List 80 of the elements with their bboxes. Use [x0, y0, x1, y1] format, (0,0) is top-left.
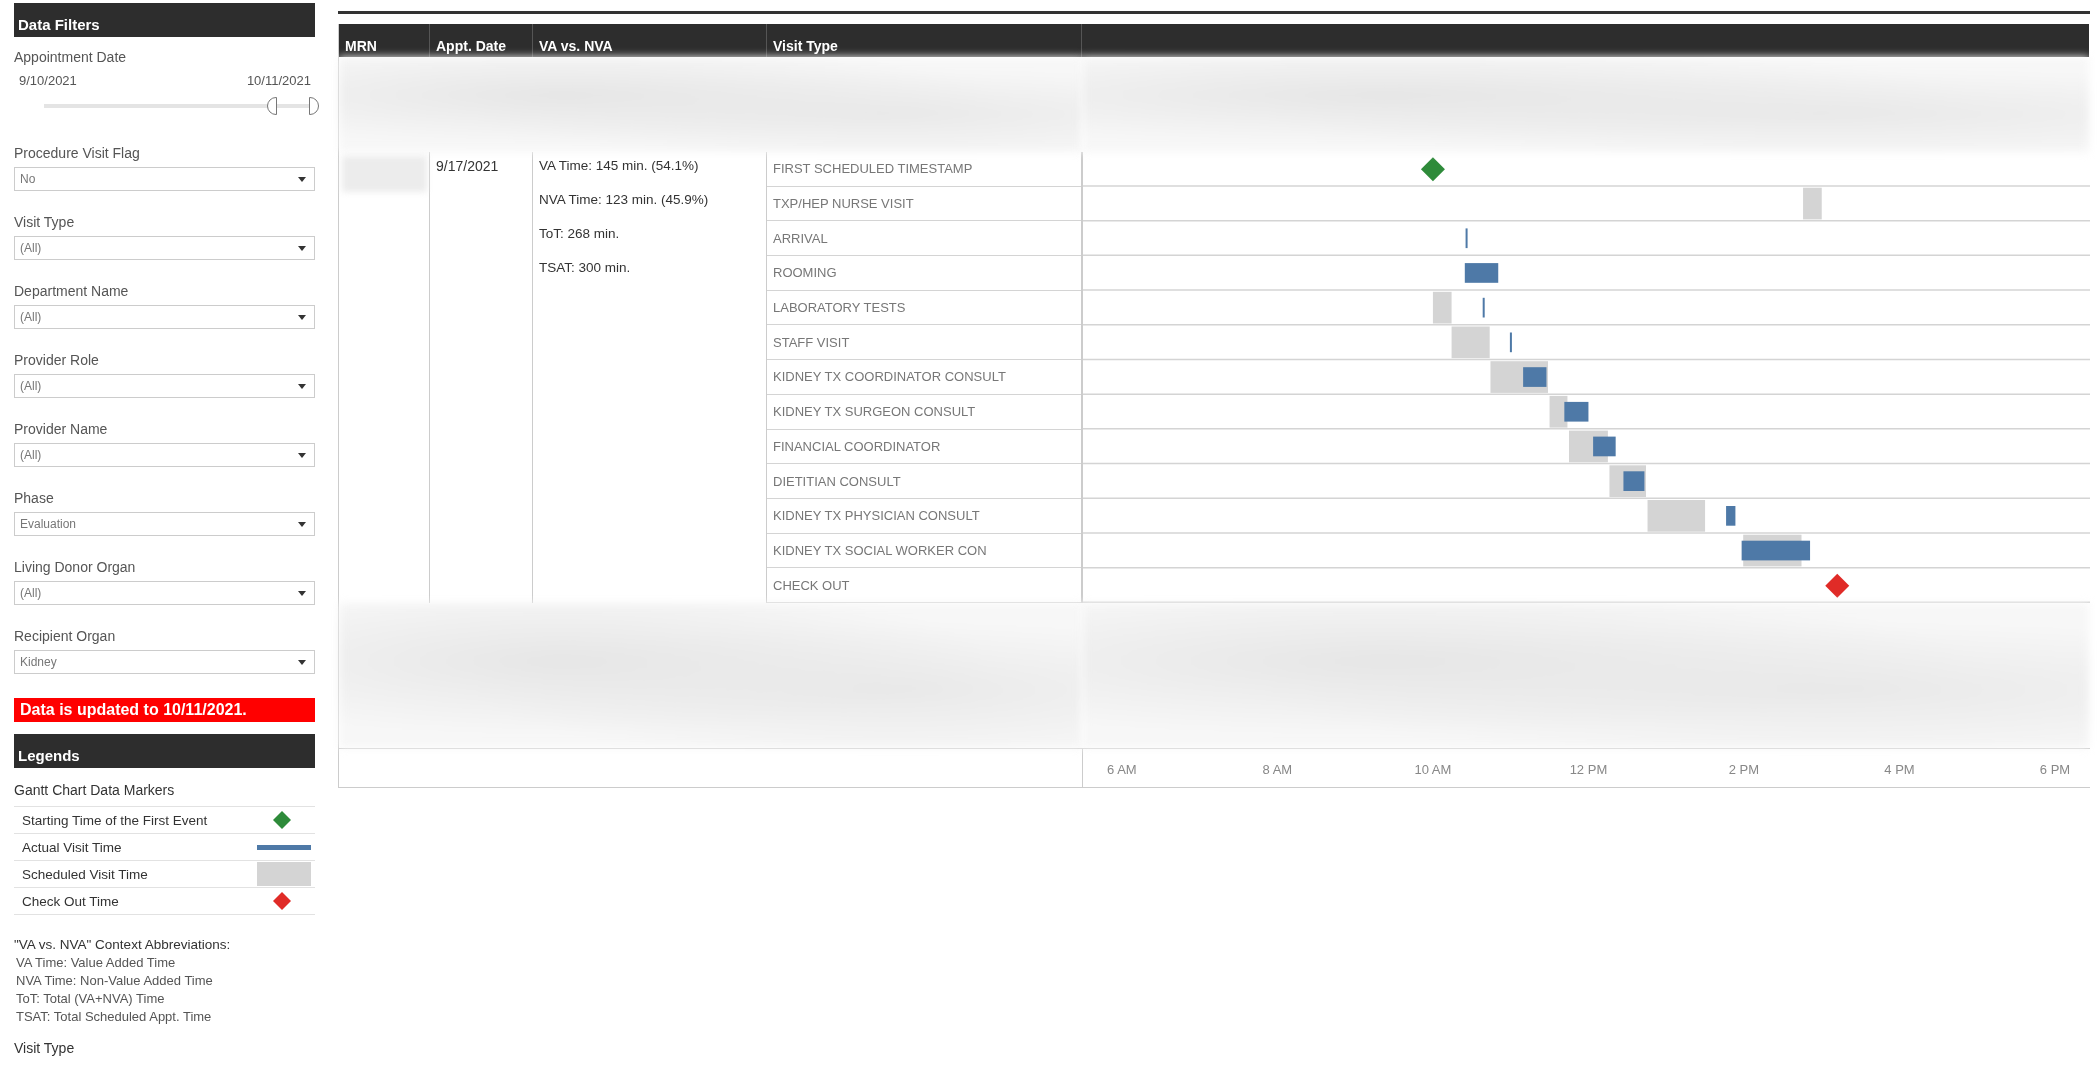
slider-handle[interactable]: [267, 97, 278, 115]
table-cell-text: VA Time: 145 min. (54.1%): [539, 158, 700, 173]
caret-icon: [298, 176, 306, 182]
diamond-marker: [1825, 573, 1850, 598]
update-notice: Data is updated to 10/11/2021.: [14, 698, 315, 722]
caret-icon: [298, 383, 306, 389]
filter-dropdown[interactable]: No: [14, 167, 315, 191]
filter-dropdown[interactable]: (All): [14, 443, 315, 467]
abbreviation-text: TSAT: Total Scheduled Appt. Time: [15, 1009, 213, 1024]
filter-dropdown[interactable]: Kidney: [14, 650, 315, 674]
actual-bar: [1593, 436, 1616, 457]
actual-bar: [1741, 540, 1811, 561]
actual-bar: [1623, 471, 1645, 491]
filter-label: Living Donor Organ: [14, 559, 137, 575]
abbreviation-text: VA Time: Value Added Time: [15, 955, 177, 970]
table-cell: CHECK OUT: [767, 568, 1081, 603]
table-cell: KIDNEY TX PHYSICIAN CONSULT: [767, 498, 1081, 534]
filter-label: Visit Type: [14, 214, 76, 230]
filter-label: Provider Name: [14, 421, 109, 437]
abbreviation-text: NVA Time: Non-Value Added Time: [15, 973, 214, 988]
axis-label: 8 AM: [1262, 762, 1293, 778]
section-heading: Visit Type: [14, 1040, 76, 1056]
filter-label: Provider Role: [14, 352, 100, 368]
filter-label: Procedure Visit Flag: [14, 145, 141, 161]
actual-bar: [1509, 332, 1512, 353]
axis-label: 10 AM: [1414, 762, 1452, 778]
caret-icon: [298, 590, 306, 596]
table-cell: FIRST SCHEDULED TIMESTAMP: [767, 152, 1081, 187]
panel-header: Legends: [14, 734, 315, 768]
legend-label: Starting Time of the First Event: [22, 812, 208, 828]
table-cell: KIDNEY TX COORDINATOR CONSULT: [767, 360, 1081, 395]
actual-bar: [1564, 401, 1589, 422]
table-cell: 9/17/2021: [436, 158, 499, 174]
actual-bar: [1482, 297, 1485, 318]
filter-label: Appointment Date: [14, 49, 128, 65]
diamond-marker: [1420, 157, 1445, 182]
table-cell: DIETITIAN CONSULT: [767, 464, 1081, 499]
abbreviations-title: "VA vs. NVA" Context Abbreviations:: [14, 937, 232, 952]
table-cell-text: NVA Time: 123 min. (45.9%): [539, 192, 710, 207]
table-cell: FINANCIAL COORDINATOR: [767, 429, 1081, 465]
filter-dropdown[interactable]: (All): [14, 374, 315, 398]
legend-label: Scheduled Visit Time: [22, 866, 148, 882]
abbreviation-text: ToT: Total (VA+NVA) Time: [15, 991, 166, 1006]
slider-handle[interactable]: [309, 97, 319, 115]
panel-header: Data Filters: [14, 3, 315, 37]
legend-label: Check Out Time: [22, 893, 119, 909]
axis-label: 6 PM: [2039, 762, 2071, 778]
range-end-date: 10/11/2021: [246, 73, 311, 88]
table-cell: LABORATORY TESTS: [767, 290, 1081, 326]
filter-dropdown[interactable]: Evaluation: [14, 512, 315, 536]
filter-dropdown[interactable]: (All): [14, 581, 315, 605]
table-cell: STAFF VISIT: [767, 325, 1081, 361]
table-cell-text: TSAT: 300 min.: [539, 260, 632, 275]
axis-label: 6 AM: [1107, 762, 1137, 778]
caret-icon: [298, 452, 306, 458]
table-cell-text: ToT: 268 min.: [539, 226, 621, 241]
table-cell: KIDNEY TX SURGEON CONSULT: [767, 394, 1081, 430]
filter-dropdown[interactable]: (All): [14, 305, 315, 329]
filter-dropdown[interactable]: (All): [14, 236, 315, 260]
actual-bar: [1726, 506, 1736, 526]
axis-label: 4 PM: [1884, 762, 1915, 778]
table-cell: TXP/HEP NURSE VISIT: [767, 186, 1081, 222]
actual-bar: [1523, 367, 1547, 387]
axis-label: 2 PM: [1728, 762, 1760, 778]
filter-label: Recipient Organ: [14, 628, 117, 644]
actual-bar: [1465, 228, 1468, 249]
caret-icon: [298, 245, 306, 251]
legend-subtitle: Gantt Chart Data Markers: [14, 782, 176, 798]
axis-label: 12 PM: [1569, 762, 1608, 778]
actual-bar: [1464, 263, 1499, 283]
caret-icon: [298, 659, 306, 665]
table-cell: KIDNEY TX SOCIAL WORKER CON: [767, 533, 1081, 569]
caret-icon: [298, 521, 306, 527]
table-cell: ROOMING: [767, 256, 1081, 291]
range-start-date: 9/10/2021: [19, 73, 77, 88]
table-cell: ARRIVAL: [767, 221, 1081, 257]
caret-icon: [298, 314, 306, 320]
filter-label: Department Name: [14, 283, 130, 299]
legend-label: Actual Visit Time: [22, 839, 122, 855]
filter-label: Phase: [14, 490, 55, 506]
